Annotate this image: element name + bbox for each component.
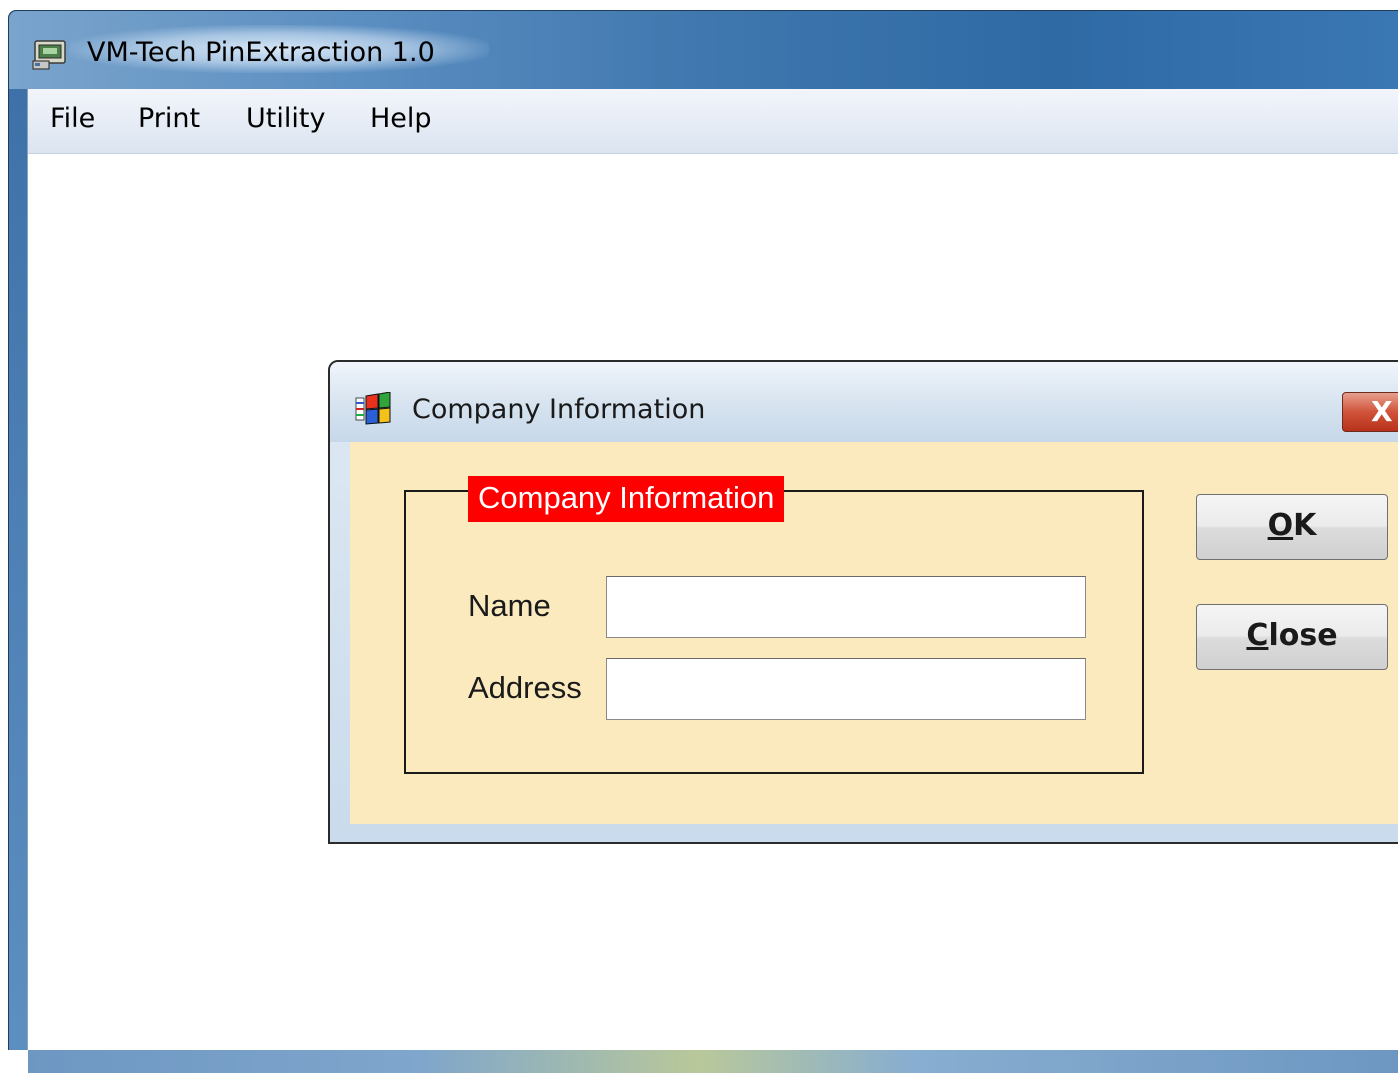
ok-mnemonic: O (1267, 508, 1294, 543)
menu-print[interactable]: Print (134, 103, 204, 134)
groupbox-legend: Company Information (468, 476, 785, 522)
menubar: File Print Utility Help (28, 89, 1398, 154)
windows-flag-icon (355, 392, 391, 425)
dialog-close-button[interactable]: X (1342, 392, 1398, 432)
close-label-rest: lose (1268, 618, 1338, 653)
menu-help[interactable]: Help (366, 103, 436, 134)
app-title: VM-Tech PinExtraction 1.0 (87, 37, 435, 68)
desktop: VM-Tech PinExtraction 1.0 File Print Uti… (0, 0, 1398, 1073)
dialog-body: Company Information Name Address OK Clos… (350, 442, 1398, 824)
app-window-icon (32, 40, 66, 70)
dialog-titlebar[interactable]: Company Information X (330, 362, 1398, 442)
menu-utility[interactable]: Utility (242, 103, 329, 134)
dialog-title: Company Information (412, 394, 706, 425)
close-button[interactable]: Close (1196, 604, 1388, 670)
ok-label-rest: K (1293, 508, 1317, 543)
name-label: Name (468, 588, 551, 623)
menu-file[interactable]: File (46, 103, 99, 134)
close-mnemonic: C (1246, 618, 1269, 653)
address-input[interactable] (606, 658, 1086, 720)
address-label: Address (468, 670, 582, 705)
company-information-dialog: Company Information X Company Informatio… (328, 360, 1398, 844)
ok-button[interactable]: OK (1196, 494, 1388, 560)
window-bottom-frame (0, 1050, 1398, 1073)
main-titlebar[interactable]: VM-Tech PinExtraction 1.0 (9, 11, 1398, 89)
name-input[interactable] (606, 576, 1086, 638)
close-icon: X (1371, 395, 1393, 428)
